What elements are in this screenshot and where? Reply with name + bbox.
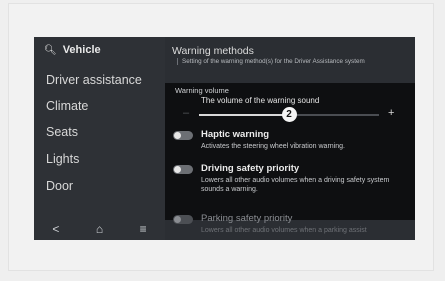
menu-icon[interactable]: ≡ bbox=[133, 222, 153, 236]
driving-safety-priority-toggle[interactable] bbox=[173, 165, 193, 174]
infotainment-screen: 🔍︎ Vehicle Driver assistance Climate Sea… bbox=[34, 37, 415, 240]
option-title: Driving safety priority bbox=[201, 163, 300, 174]
warning-volume-description: The volume of the warning sound bbox=[201, 96, 320, 105]
volume-slider-fill bbox=[199, 114, 289, 116]
back-icon[interactable]: < bbox=[46, 222, 66, 236]
option-title: Parking safety priority bbox=[201, 213, 293, 224]
volume-slider-thumb[interactable]: 2 bbox=[281, 107, 297, 122]
haptic-warning-toggle[interactable] bbox=[173, 131, 193, 140]
sidebar: 🔍︎ Vehicle Driver assistance Climate Sea… bbox=[34, 37, 165, 240]
option-description: Lowers all other audio volumes when a dr… bbox=[201, 177, 390, 193]
sidebar-search[interactable]: 🔍︎ Vehicle bbox=[44, 44, 101, 56]
warning-volume-label: Warning volume bbox=[175, 86, 229, 95]
home-icon[interactable]: ⌂ bbox=[89, 222, 109, 236]
volume-decrease-button[interactable]: – bbox=[183, 107, 189, 119]
option-description: Activates the steering wheel vibration w… bbox=[201, 143, 345, 150]
parking-safety-priority-toggle[interactable] bbox=[173, 215, 193, 224]
sidebar-item-door[interactable]: Door bbox=[46, 179, 73, 193]
page-title: Warning methods bbox=[172, 45, 254, 57]
search-label: Vehicle bbox=[62, 44, 101, 56]
bottom-nav: < ⌂ ≡ bbox=[34, 217, 165, 240]
option-title: Haptic warning bbox=[201, 129, 270, 140]
sidebar-item-lights[interactable]: Lights bbox=[46, 152, 79, 166]
search-icon: 🔍︎ bbox=[44, 44, 57, 56]
settings-content: Warning methods Setting of the warning m… bbox=[165, 37, 415, 240]
option-description: Lowers all other audio volumes when a pa… bbox=[201, 227, 367, 234]
warning-panel: Warning volume The volume of the warning… bbox=[165, 83, 415, 220]
volume-increase-button[interactable]: + bbox=[388, 107, 394, 119]
sidebar-item-driver-assistance[interactable]: Driver assistance bbox=[46, 73, 142, 87]
page-description: Setting of the warning method(s) for the… bbox=[177, 58, 406, 65]
sidebar-item-climate[interactable]: Climate bbox=[46, 99, 88, 113]
sidebar-item-seats[interactable]: Seats bbox=[46, 125, 78, 139]
